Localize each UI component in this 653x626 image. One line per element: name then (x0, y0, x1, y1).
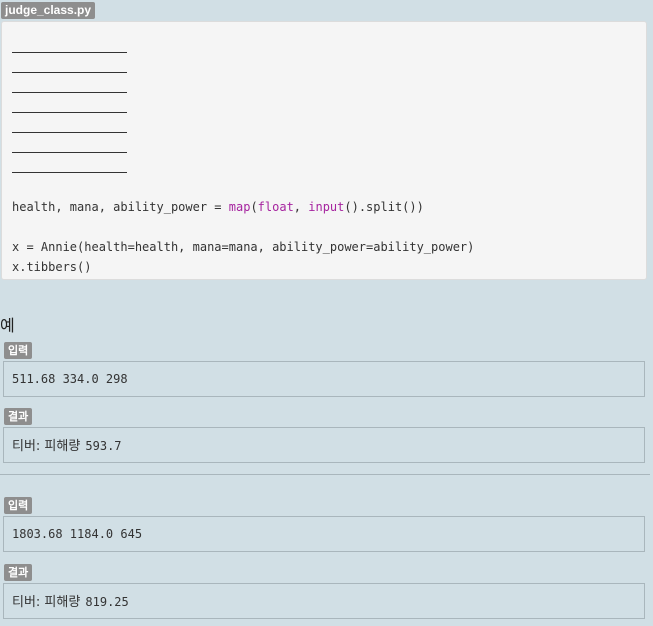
input-box: 1803.68 1184.0 645 (3, 516, 645, 552)
input-value: 511.68 334.0 298 (12, 372, 128, 386)
examples-title: 예 (0, 316, 15, 335)
output-prefix: 티버: 피해량 (12, 595, 81, 610)
file-name-tag: judge_class.py (1, 2, 96, 19)
input-value: 1803.68 1184.0 645 (12, 527, 143, 541)
example-divider (0, 474, 650, 475)
output-value: 593.7 (85, 439, 122, 453)
output-box: 티버: 피해량 819.25 (3, 583, 645, 619)
code-blank-line[interactable] (12, 117, 127, 137)
code-token-rest: ().split()) (344, 200, 424, 214)
code-blank-line[interactable] (12, 37, 127, 57)
code-empty-line (12, 217, 636, 237)
code-empty-line (12, 177, 636, 197)
code-block: health, mana, ability_power = map(float,… (1, 21, 647, 280)
input-label-badge: 입력 (4, 342, 33, 359)
code-blank-line[interactable] (12, 97, 127, 117)
output-label-badge: 결과 (4, 408, 33, 425)
code-token-sep: , (293, 200, 309, 214)
code-blank-line[interactable] (12, 137, 127, 157)
code-line-map: health, mana, ability_power = map(float,… (12, 197, 636, 217)
code-token-input: input (308, 200, 345, 214)
input-label-badge: 입력 (4, 497, 33, 514)
output-box: 티버: 피해량 593.7 (3, 427, 645, 463)
code-token-open: ( (250, 200, 258, 214)
code-blank-line[interactable] (12, 157, 127, 177)
output-label-badge: 결과 (4, 564, 33, 581)
input-box: 511.68 334.0 298 (3, 361, 645, 397)
code-token-map: map (228, 200, 251, 214)
output-value: 819.25 (85, 595, 129, 609)
code-line-annie: x = Annie(health=health, mana=mana, abil… (12, 240, 475, 254)
code-line-tibbers: x.tibbers() (12, 260, 92, 274)
output-prefix: 티버: 피해량 (12, 439, 81, 454)
code-blank-line[interactable] (12, 77, 127, 97)
code-token-var: health, mana, ability_power = (12, 200, 229, 214)
code-blank-line[interactable] (12, 57, 127, 77)
code-token-float: float (257, 200, 294, 214)
